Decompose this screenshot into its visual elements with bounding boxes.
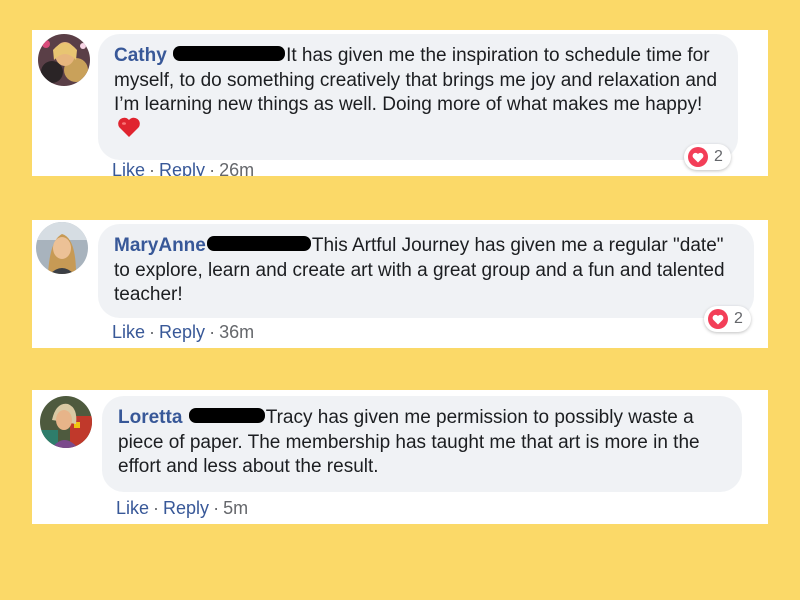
separator: ·	[149, 322, 156, 342]
reply-link[interactable]: Reply	[159, 160, 205, 176]
timestamp[interactable]: 5m	[223, 498, 248, 518]
avatar[interactable]	[36, 222, 88, 274]
redaction-mark	[173, 46, 286, 62]
comment-bubble: MaryAnne This Artful Journey has given me…	[98, 224, 754, 318]
separator: ·	[153, 498, 160, 518]
avatar[interactable]	[40, 396, 92, 448]
love-reaction-icon	[688, 147, 708, 167]
like-link[interactable]: Like	[112, 322, 145, 342]
redaction-mark	[188, 408, 265, 424]
separator: ·	[149, 160, 156, 176]
reaction-badge[interactable]: 2	[704, 306, 751, 332]
comment-author[interactable]: MaryAnne	[114, 235, 206, 256]
redaction-mark	[206, 236, 311, 252]
timestamp[interactable]: 36m	[219, 322, 254, 342]
comment-card: Loretta Tracy has given me permission to…	[32, 390, 768, 524]
comment-card: Cathy It has given me the inspiration to…	[32, 30, 768, 176]
reaction-count: 2	[734, 310, 743, 327]
separator: ·	[209, 322, 216, 342]
reply-link[interactable]: Reply	[159, 322, 205, 342]
reaction-count: 2	[714, 148, 723, 165]
comment-actions: Like · Reply · 26m	[112, 160, 254, 176]
comment-actions: Like · Reply · 36m	[112, 322, 254, 343]
separator: ·	[209, 160, 216, 176]
timestamp[interactable]: 26m	[219, 160, 254, 176]
separator: ·	[213, 498, 220, 518]
reply-link[interactable]: Reply	[163, 498, 209, 518]
comment-bubble: Cathy It has given me the inspiration to…	[98, 34, 738, 160]
comment-bubble: Loretta Tracy has given me permission to…	[102, 396, 742, 492]
reaction-badge[interactable]: 2	[684, 144, 731, 170]
like-link[interactable]: Like	[116, 498, 149, 518]
heart-emoji-icon	[117, 116, 141, 146]
love-reaction-icon	[708, 309, 728, 329]
avatar[interactable]	[38, 34, 90, 86]
like-link[interactable]: Like	[112, 160, 145, 176]
comment-author[interactable]: Cathy	[114, 45, 167, 66]
comment-author[interactable]: Loretta	[118, 407, 182, 428]
comment-card: MaryAnne This Artful Journey has given me…	[32, 220, 768, 348]
comment-actions: Like · Reply · 5m	[116, 498, 248, 519]
